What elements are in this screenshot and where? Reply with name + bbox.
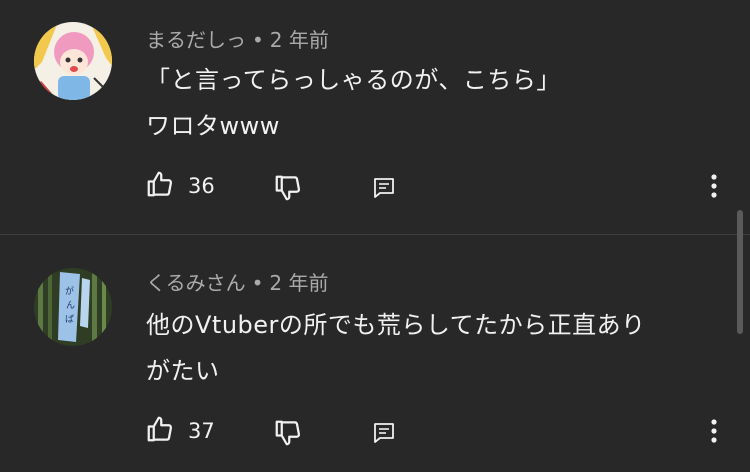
reply-button[interactable] bbox=[370, 419, 398, 447]
dislike-button[interactable] bbox=[272, 417, 304, 449]
comment-text-line: がたい bbox=[146, 357, 220, 385]
thumb-up-icon bbox=[147, 171, 173, 197]
reply-button[interactable] bbox=[370, 174, 398, 202]
more-vertical-icon bbox=[711, 174, 717, 198]
comment-text-line: 他のVtuberの所でも荒らしてたから正直あり bbox=[146, 311, 646, 339]
reply-comment-icon bbox=[374, 423, 394, 443]
like-button[interactable] bbox=[144, 168, 176, 200]
svg-text:ば: ば bbox=[65, 314, 74, 325]
comment-author[interactable]: まるだしっ bbox=[146, 28, 246, 52]
more-options-button[interactable] bbox=[700, 417, 728, 445]
meta-separator: • bbox=[252, 28, 264, 52]
more-options-button[interactable] bbox=[700, 172, 728, 200]
comment-text-line: 「と言ってらっしゃるのが、こちら」 bbox=[146, 66, 561, 94]
comment-time[interactable]: 2 年前 bbox=[270, 28, 329, 52]
comment-item: まるだしっ • 2 年前 「と言ってらっしゃるのが、こちら」 ワロタwww 36 bbox=[0, 0, 750, 234]
thumb-down-icon bbox=[275, 175, 301, 201]
bamboo-banner-avatar-icon: が ん ば bbox=[34, 268, 112, 346]
thumb-up-icon bbox=[147, 416, 173, 442]
dislike-button[interactable] bbox=[272, 172, 304, 204]
svg-text:が: が bbox=[65, 285, 74, 297]
reply-comment-icon bbox=[374, 178, 394, 198]
anime-girl-avatar-icon bbox=[34, 22, 112, 100]
like-count: 36 bbox=[188, 174, 215, 198]
like-count: 37 bbox=[188, 419, 215, 443]
comment-meta: くるみさん • 2 年前 bbox=[146, 267, 329, 296]
comment-meta: まるだしっ • 2 年前 bbox=[146, 24, 329, 53]
comment-time[interactable]: 2 年前 bbox=[269, 271, 328, 295]
thumb-down-icon bbox=[275, 420, 301, 446]
meta-separator: • bbox=[251, 271, 264, 295]
like-button[interactable] bbox=[144, 413, 176, 445]
avatar[interactable] bbox=[34, 22, 112, 100]
more-vertical-icon bbox=[711, 419, 717, 443]
scrollbar-thumb[interactable] bbox=[737, 210, 743, 334]
avatar[interactable]: が ん ば bbox=[34, 268, 112, 346]
svg-text:ん: ん bbox=[66, 300, 75, 311]
comment-text-line: ワロタwww bbox=[146, 112, 280, 140]
comment-item: が ん ば くるみさん • 2 年前 他のVtuberの所でも荒らしてたから正直あり… bbox=[0, 235, 750, 472]
comment-author[interactable]: くるみさん bbox=[146, 271, 246, 295]
